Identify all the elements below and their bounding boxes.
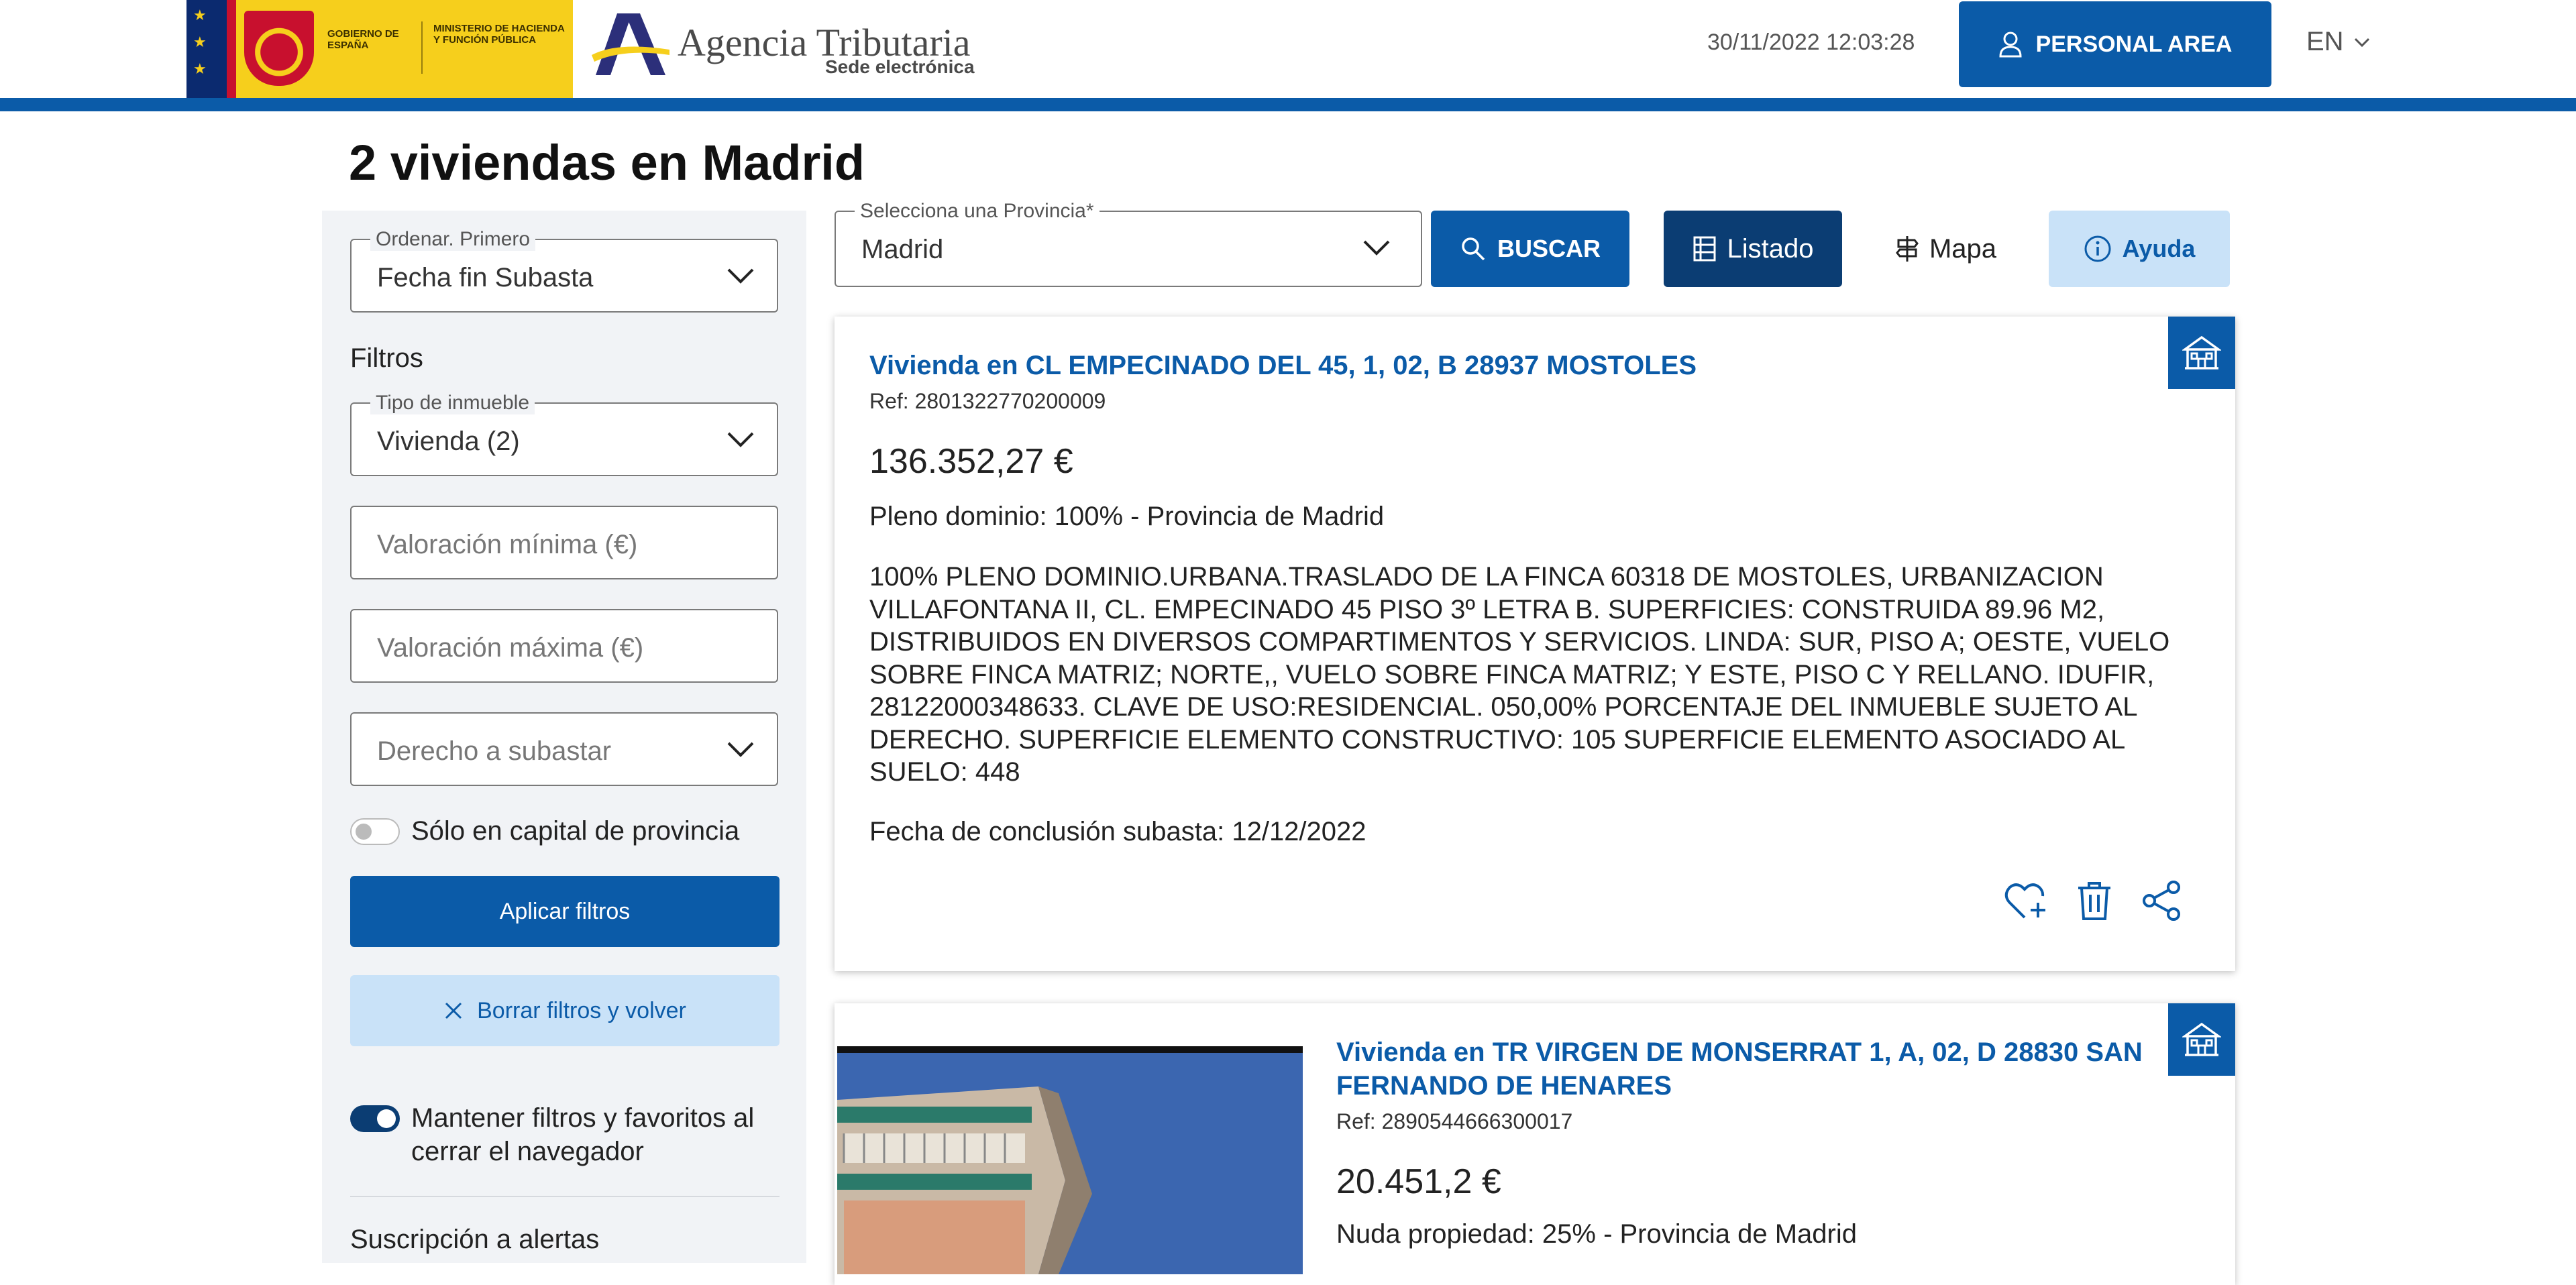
property-type-select[interactable]: Tipo de inmueble Vivienda (2): [350, 392, 778, 476]
map-view-label: Mapa: [1929, 233, 1997, 264]
gobierno-logo[interactable]: ★ ★ ★ GOBIERNO DE ESPAÑA MINISTERIO DE HAC…: [186, 0, 573, 98]
heart-plus-icon[interactable]: [2004, 880, 2049, 921]
province-value: Madrid: [861, 235, 944, 264]
ministerio-text: MINISTERIO DE HACIENDA Y FUNCIÓN PÚBLICA: [433, 23, 565, 46]
agency-subtitle: Sede electrónica: [825, 56, 975, 77]
current-datetime: 30/11/2022 12:03:28: [1707, 30, 1915, 55]
province-select[interactable]: Selecciona una Provincia* Madrid: [835, 200, 1422, 287]
search-icon: [1462, 237, 1485, 261]
listing-price: 136.352,27 €: [869, 442, 1073, 481]
chevron-down-icon: [727, 268, 754, 284]
sort-value: Fecha fin Subasta: [377, 263, 594, 292]
building-icon: [2182, 335, 2221, 370]
max-valuation-input[interactable]: Valoración máxima (€): [350, 609, 778, 683]
max-valuation-placeholder: Valoración máxima (€): [377, 633, 644, 663]
capital-only-toggle[interactable]: [350, 818, 400, 845]
aeat-mark-icon: [592, 13, 669, 75]
language-selector[interactable]: EN: [2306, 27, 2371, 57]
listing-ownership: Pleno dominio: 100% - Provincia de Madri…: [869, 502, 1385, 531]
property-type-value: Vivienda (2): [377, 427, 520, 456]
apply-filters-button[interactable]: Aplicar filtros: [350, 876, 780, 947]
keep-filters-toggle[interactable]: [350, 1105, 400, 1132]
min-valuation-placeholder: Valoración mínima (€): [377, 530, 638, 559]
toggle-knob: [377, 1109, 396, 1128]
share-icon[interactable]: [2140, 880, 2184, 921]
logo-divider: [421, 21, 423, 74]
filters-heading: Filtros: [350, 343, 423, 373]
building-photo: [837, 1046, 1303, 1274]
list-icon: [1693, 236, 1715, 262]
user-icon: [1999, 32, 2022, 58]
alerts-subscription-heading[interactable]: Suscripción a alertas: [350, 1225, 599, 1255]
agencia-tributaria-logo[interactable]: Agencia Tributaria Sede electrónica: [590, 8, 993, 89]
toggle-knob: [356, 824, 372, 840]
close-icon: [445, 1002, 462, 1019]
signpost-icon: [1896, 236, 1919, 262]
search-button[interactable]: BUSCAR: [1431, 211, 1629, 287]
building-icon: [2182, 1022, 2221, 1056]
sort-legend: Ordenar. Primero: [370, 228, 536, 251]
help-button[interactable]: Ayuda: [2049, 211, 2230, 287]
listing-title[interactable]: Vivienda en CL EMPECINADO DEL 45, 1, 02,…: [869, 349, 1697, 382]
auction-right-select[interactable]: Derecho a subastar: [350, 712, 778, 786]
keep-filters-label: Mantener filtros y favoritos al cerrar e…: [411, 1103, 755, 1166]
listing-ref: Ref: 2801322770200009: [869, 389, 1106, 413]
chevron-down-icon: [727, 742, 754, 757]
apply-filters-label: Aplicar filtros: [499, 898, 631, 924]
header-accent-bar: [0, 98, 2576, 111]
min-valuation-input[interactable]: Valoración mínima (€): [350, 506, 778, 579]
help-label: Ayuda: [2122, 235, 2196, 262]
province-legend: Selecciona una Provincia*: [855, 200, 1099, 223]
listing-card: Vivienda en TR VIRGEN DE MONSERRAT 1, A,…: [835, 1003, 2235, 1285]
clear-filters-label: Borrar filtros y volver: [477, 997, 686, 1023]
map-view-button[interactable]: Mapa: [1876, 211, 2017, 287]
listing-price: 20.451,2 €: [1336, 1162, 1501, 1201]
property-type-badge: [2168, 317, 2235, 389]
chevron-down-icon: [1363, 240, 1390, 256]
page-title: 2 viviendas en Madrid: [349, 135, 865, 190]
listing-title[interactable]: Vivienda en TR VIRGEN DE MONSERRAT 1, A,…: [1336, 1036, 2182, 1103]
clear-filters-button[interactable]: Borrar filtros y volver: [350, 975, 780, 1046]
sidebar-divider: [350, 1196, 780, 1197]
site-header: ★ ★ ★ GOBIERNO DE ESPAÑA MINISTERIO DE HAC…: [0, 0, 2576, 98]
sort-select[interactable]: Ordenar. Primero Fecha fin Subasta: [350, 228, 778, 313]
listing-ref: Ref: 2890544666300017: [1336, 1109, 1573, 1133]
chevron-down-icon: [2354, 38, 2369, 47]
listing-end-date: Fecha de conclusión subasta: 12/12/2022: [869, 817, 1366, 846]
listing-ownership: Nuda propiedad: 25% - Provincia de Madri…: [1336, 1219, 1857, 1249]
chevron-down-icon: [727, 432, 754, 447]
list-view-button[interactable]: Listado: [1664, 211, 1842, 287]
flag-stripe: [227, 0, 236, 98]
property-type-legend: Tipo de inmueble: [370, 392, 535, 414]
capital-only-label: Sólo en capital de provincia: [411, 816, 740, 846]
listing-card: Vivienda en CL EMPECINADO DEL 45, 1, 02,…: [835, 317, 2235, 971]
gobierno-text: GOBIERNO DE ESPAÑA: [327, 28, 399, 51]
personal-area-label: PERSONAL AREA: [2035, 31, 2233, 57]
listing-actions: [2004, 880, 2184, 921]
auction-right-placeholder: Derecho a subastar: [377, 736, 612, 766]
coat-of-arms-icon: [244, 11, 314, 86]
search-label: BUSCAR: [1497, 235, 1601, 262]
trash-icon[interactable]: [2076, 880, 2113, 921]
listing-photo[interactable]: [837, 1046, 1303, 1274]
eu-flag-icon: ★ ★ ★: [186, 0, 227, 98]
info-icon: [2084, 235, 2111, 262]
language-label: EN: [2306, 27, 2344, 56]
listing-description: 100% PLENO DOMINIO.URBANA.TRASLADO DE LA…: [869, 562, 2170, 787]
personal-area-button[interactable]: PERSONAL AREA: [1959, 1, 2271, 87]
list-view-label: Listado: [1727, 233, 1814, 264]
